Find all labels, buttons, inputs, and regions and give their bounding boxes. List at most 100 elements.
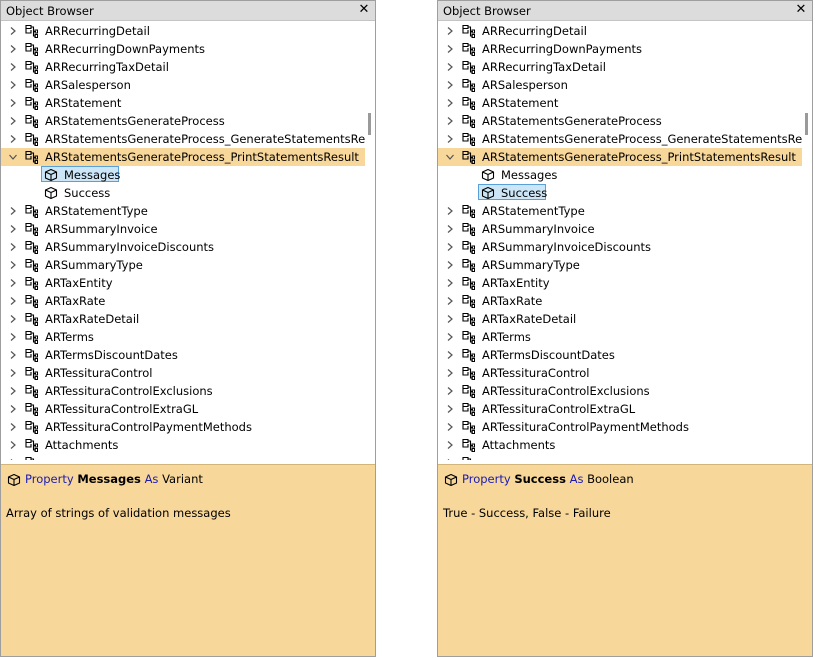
chevron-right-icon[interactable] xyxy=(8,332,18,342)
tree-item[interactable]: ARTerms xyxy=(1,328,365,346)
chevron-right-icon[interactable] xyxy=(8,62,18,72)
tree-item[interactable]: ARRecurringTaxDetail xyxy=(1,58,365,76)
chevron-right-icon[interactable] xyxy=(445,278,455,288)
tree-item[interactable]: ARStatement xyxy=(438,94,802,112)
tree-item[interactable]: ARStatementsGenerateProcess_GenerateStat… xyxy=(1,130,375,148)
tree-item[interactable]: ARTaxRateDetail xyxy=(1,310,365,328)
tree-item[interactable]: ARSummaryInvoice xyxy=(438,220,802,238)
chevron-right-icon[interactable] xyxy=(445,440,455,450)
chevron-right-icon[interactable] xyxy=(8,26,18,36)
tree-item[interactable]: ARRecurringDetail xyxy=(1,22,365,40)
chevron-down-icon[interactable] xyxy=(8,152,18,162)
tree-item[interactable]: ARTaxRate xyxy=(1,292,365,310)
chevron-right-icon[interactable] xyxy=(8,134,18,144)
scrollbar-thumb[interactable] xyxy=(368,113,371,135)
tree-item[interactable]: ARStatementsGenerateProcess xyxy=(1,112,365,130)
chevron-right-icon[interactable] xyxy=(445,224,455,234)
tree-item[interactable]: ARStatement xyxy=(1,94,365,112)
tree-item[interactable]: ARTessituraControlExclusions xyxy=(1,382,365,400)
chevron-right-icon[interactable] xyxy=(8,440,18,450)
object-tree[interactable]: ARRecurringDetail ARRecurringDownPayments… xyxy=(438,21,812,460)
chevron-right-icon[interactable] xyxy=(445,296,455,306)
chevron-right-icon[interactable] xyxy=(8,242,18,252)
tree-item[interactable]: ARTermsDiscountDates xyxy=(1,346,365,364)
chevron-right-icon[interactable] xyxy=(8,386,18,396)
tree-item[interactable]: ARStatementType xyxy=(1,202,365,220)
chevron-right-icon[interactable] xyxy=(445,134,455,144)
chevron-right-icon[interactable] xyxy=(445,458,455,460)
tree-item[interactable]: ARTessituraControlPaymentMethods xyxy=(1,418,365,436)
tree-item[interactable] xyxy=(1,454,365,460)
chevron-right-icon[interactable] xyxy=(445,80,455,90)
tree-item[interactable]: Attachments xyxy=(1,436,365,454)
chevron-right-icon[interactable] xyxy=(8,44,18,54)
tree-item[interactable]: ARTerms xyxy=(438,328,802,346)
chevron-right-icon[interactable] xyxy=(8,116,18,126)
tree-item[interactable]: ARTaxRate xyxy=(438,292,802,310)
tree-child-property[interactable]: Messages xyxy=(1,166,365,184)
chevron-right-icon[interactable] xyxy=(445,422,455,432)
chevron-right-icon[interactable] xyxy=(445,98,455,108)
tree-child-property[interactable]: Success xyxy=(438,184,802,202)
tree-item[interactable] xyxy=(438,454,802,460)
chevron-down-icon[interactable] xyxy=(445,152,455,162)
chevron-right-icon[interactable] xyxy=(8,368,18,378)
vertical-scrollbar[interactable] xyxy=(802,21,812,460)
chevron-right-icon[interactable] xyxy=(445,314,455,324)
chevron-right-icon[interactable] xyxy=(445,386,455,396)
close-icon[interactable]: ✕ xyxy=(356,2,372,18)
scrollbar-thumb[interactable] xyxy=(805,113,808,135)
tree-item[interactable]: ARSummaryInvoice xyxy=(1,220,365,238)
tree-item[interactable]: ARTermsDiscountDates xyxy=(438,346,802,364)
tree-item[interactable]: ARTaxRateDetail xyxy=(438,310,802,328)
tree-child-property[interactable]: Success xyxy=(1,184,365,202)
chevron-right-icon[interactable] xyxy=(445,44,455,54)
tree-item-expanded[interactable]: ARStatementsGenerateProcess_PrintStateme… xyxy=(1,148,365,166)
chevron-right-icon[interactable] xyxy=(445,368,455,378)
chevron-right-icon[interactable] xyxy=(445,404,455,414)
tree-child-property[interactable]: Messages xyxy=(438,166,802,184)
tree-item[interactable]: ARTessituraControlExtraGL xyxy=(438,400,802,418)
tree-item[interactable]: ARTessituraControlExclusions xyxy=(438,382,802,400)
chevron-right-icon[interactable] xyxy=(445,62,455,72)
chevron-right-icon[interactable] xyxy=(8,80,18,90)
tree-item[interactable]: ARSalesperson xyxy=(438,76,802,94)
object-tree[interactable]: ARRecurringDetail ARRecurringDownPayments… xyxy=(1,21,375,460)
chevron-right-icon[interactable] xyxy=(445,206,455,216)
tree-item[interactable]: ARSummaryType xyxy=(438,256,802,274)
chevron-right-icon[interactable] xyxy=(445,242,455,252)
tree-item[interactable]: ARSummaryInvoiceDiscounts xyxy=(438,238,802,256)
tree-item[interactable]: ARSalesperson xyxy=(1,76,365,94)
tree-item[interactable]: ARRecurringTaxDetail xyxy=(438,58,802,76)
chevron-right-icon[interactable] xyxy=(445,332,455,342)
tree-item[interactable]: ARSummaryInvoiceDiscounts xyxy=(1,238,365,256)
chevron-right-icon[interactable] xyxy=(8,296,18,306)
tree-item[interactable]: ARStatementsGenerateProcess_GenerateStat… xyxy=(438,130,812,148)
tree-item[interactable]: ARTessituraControlPaymentMethods xyxy=(438,418,802,436)
chevron-right-icon[interactable] xyxy=(445,26,455,36)
tree-item-expanded[interactable]: ARStatementsGenerateProcess_PrintStateme… xyxy=(438,148,802,166)
chevron-right-icon[interactable] xyxy=(445,260,455,270)
close-icon[interactable]: ✕ xyxy=(793,2,809,18)
tree-item[interactable]: ARTessituraControlExtraGL xyxy=(1,400,365,418)
tree-item[interactable]: ARRecurringDownPayments xyxy=(1,40,365,58)
vertical-scrollbar[interactable] xyxy=(365,21,375,460)
chevron-right-icon[interactable] xyxy=(8,458,18,460)
chevron-right-icon[interactable] xyxy=(8,350,18,360)
tree-item[interactable]: ARTaxEntity xyxy=(1,274,365,292)
tree-item[interactable]: ARTaxEntity xyxy=(438,274,802,292)
chevron-right-icon[interactable] xyxy=(445,116,455,126)
chevron-right-icon[interactable] xyxy=(8,224,18,234)
tree-item[interactable]: ARSummaryType xyxy=(1,256,365,274)
chevron-right-icon[interactable] xyxy=(8,314,18,324)
chevron-right-icon[interactable] xyxy=(8,422,18,432)
tree-item[interactable]: ARTessituraControl xyxy=(438,364,802,382)
chevron-right-icon[interactable] xyxy=(8,260,18,270)
tree-item[interactable]: ARRecurringDownPayments xyxy=(438,40,802,58)
tree-item[interactable]: ARRecurringDetail xyxy=(438,22,802,40)
tree-item[interactable]: ARStatementType xyxy=(438,202,802,220)
chevron-right-icon[interactable] xyxy=(8,278,18,288)
tree-item[interactable]: Attachments xyxy=(438,436,802,454)
chevron-right-icon[interactable] xyxy=(8,98,18,108)
tree-item[interactable]: ARStatementsGenerateProcess xyxy=(438,112,802,130)
